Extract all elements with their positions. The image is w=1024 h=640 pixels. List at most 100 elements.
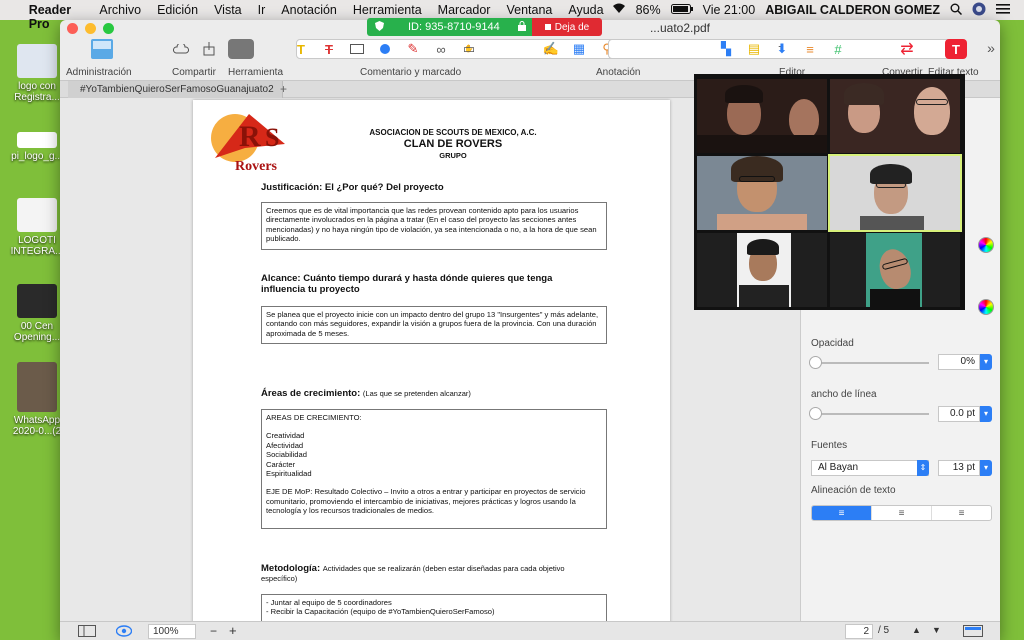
areas-eje: EJE DE MoP: Resultado Colectivo – Invito… (266, 487, 586, 516)
convert-icon[interactable]: ⇄ (896, 39, 918, 59)
slider-knob[interactable] (809, 356, 822, 369)
share-icon[interactable] (198, 39, 220, 59)
desktop-icon-1[interactable]: logo con Registra... (6, 44, 68, 103)
metodologia-item: - Recibir la Capacitación (equipo de #Yo… (266, 607, 495, 617)
menu-edicion[interactable]: Edición (149, 3, 206, 17)
battery-percent: 86% (635, 3, 661, 17)
user-name[interactable]: ABIGAIL CALDERON GOMEZ (765, 3, 940, 17)
sidebar-icon[interactable] (89, 39, 115, 59)
desktop-icon-4[interactable]: 00 Cen Opening... (6, 284, 68, 343)
zoom-stop-share-button[interactable]: Deja de (532, 18, 602, 36)
toolbar-group-comment: T T ✎ ∞ ▭ Comentario y marcado (290, 36, 530, 80)
battery-icon[interactable] (670, 3, 693, 17)
slider-knob[interactable] (809, 407, 822, 420)
pen-icon[interactable]: ✎ (402, 39, 424, 59)
section-areas-body: AREAS DE CRECIMIENTO: Creatividad Afecti… (261, 409, 607, 529)
video-participant-6[interactable] (830, 233, 960, 307)
split-icon[interactable]: ≡ (799, 39, 821, 59)
clan-name: CLAN DE ROVERS (403, 138, 503, 150)
link-icon[interactable]: ∞ (430, 39, 452, 59)
video-participant-3[interactable] (697, 156, 827, 230)
desktop-icon-3[interactable]: LOGOTI INTEGRA... (6, 198, 68, 257)
align-right-icon[interactable]: ≡ (931, 506, 991, 520)
strikethrough-icon[interactable]: T (318, 39, 340, 59)
select-tool-icon[interactable] (228, 39, 254, 59)
eye-icon[interactable] (115, 625, 133, 640)
sidebar-toggle-icon[interactable] (78, 625, 96, 640)
notification-center-icon[interactable] (996, 3, 1010, 17)
area-item: Carácter (266, 459, 296, 469)
org-name: ASOCIACION DE SCOUTS DE MEXICO, A.C. (369, 128, 537, 137)
document-icon[interactable]: ▤ (743, 39, 765, 59)
add-tab-button[interactable]: + (280, 81, 287, 97)
video-participant-4-active[interactable] (828, 154, 962, 232)
tab-document[interactable]: #YoTambienQuieroSerFamosoGuanajuato2 (68, 81, 283, 98)
line-width-value[interactable]: 0.0 pt (938, 406, 980, 422)
menu-archivo[interactable]: Archivo (91, 3, 149, 17)
watermark-icon[interactable]: # (827, 39, 849, 59)
metodologia-title-text: Metodología: (261, 563, 321, 574)
toolbar-group-tool: ✋ Herramienta (228, 36, 642, 80)
siri-icon[interactable] (972, 2, 986, 19)
desktop-icon-2[interactable]: pi_logo_g... (6, 132, 68, 162)
color-picker-icon[interactable] (978, 237, 994, 253)
zoom-meeting-id[interactable]: ID: 935-8710-9144 (367, 18, 532, 36)
chevron-right-icon[interactable]: » (980, 38, 1000, 58)
wifi-icon[interactable] (612, 3, 626, 17)
zoom-select[interactable]: 100% (148, 624, 196, 639)
opacity-value[interactable]: 0% (938, 354, 980, 370)
area-item: Sociabilidad (266, 450, 307, 460)
note-icon[interactable]: ▭ (458, 39, 480, 59)
video-participant-5[interactable] (697, 233, 827, 307)
align-left-icon[interactable]: ≡ (812, 506, 871, 520)
admin-label: Administración (66, 67, 132, 78)
view-mode-icon[interactable] (963, 625, 983, 640)
video-participant-1[interactable] (697, 79, 827, 153)
text-align-control: ≡ ≡ ≡ (811, 505, 992, 521)
video-participant-2[interactable] (830, 79, 960, 153)
zoom-out-button[interactable]: − (210, 624, 217, 638)
align-center-icon[interactable]: ≡ (871, 506, 931, 520)
signature-icon[interactable]: ✍ (540, 39, 562, 59)
cloud-icon[interactable] (170, 39, 192, 59)
svg-text:R: R (239, 120, 261, 153)
menu-ventana[interactable]: Ventana (498, 3, 560, 17)
share-label: Compartir (172, 67, 216, 78)
menu-marcador[interactable]: Marcador (430, 3, 499, 17)
edit-text-icon[interactable]: T (945, 39, 967, 59)
rectangle-icon[interactable] (346, 39, 368, 59)
lock-icon (518, 20, 526, 34)
font-family-chevron-icon[interactable]: ⇕ (917, 460, 929, 476)
menu-anotacion[interactable]: Anotación (273, 3, 345, 17)
menu-ayuda[interactable]: Ayuda (560, 3, 611, 17)
document-area[interactable]: R S Rovers ASOCIACION DE SCOUTS DE MEXIC… (60, 98, 800, 621)
prev-page-icon[interactable]: ▲ (912, 625, 921, 635)
page-number-input[interactable]: 2 (845, 624, 873, 639)
font-family-select[interactable]: Al Bayan (811, 460, 929, 476)
zoom-in-button[interactable]: + (229, 623, 237, 638)
section-metodologia-title: Metodología: Actividades que se realizar… (261, 564, 591, 584)
fonts-label: Fuentes (811, 440, 848, 451)
menu-herramienta[interactable]: Herramienta (345, 3, 430, 17)
font-size-stepper[interactable]: ▾ (980, 460, 992, 476)
grid-icon[interactable]: ▚ (715, 39, 737, 59)
font-size-value[interactable]: 13 pt (938, 460, 980, 476)
next-page-icon[interactable]: ▼ (932, 625, 941, 635)
line-width-slider[interactable] (809, 407, 929, 420)
menu-vista[interactable]: Vista (206, 3, 250, 17)
table-icon[interactable]: ▦ (568, 39, 590, 59)
opacity-slider[interactable] (809, 356, 929, 369)
desktop-icon-5[interactable]: WhatsApp 2020-0...(2 (6, 362, 68, 437)
clock[interactable]: Vie 21:00 (703, 3, 756, 17)
menu-ir[interactable]: Ir (250, 3, 274, 17)
desktop-label: 00 Cen Opening... (13, 321, 61, 343)
compress-icon[interactable]: ⬇ (771, 39, 793, 59)
line-width-label: ancho de línea (811, 389, 877, 400)
circle-icon[interactable] (374, 39, 396, 59)
line-width-stepper[interactable]: ▾ (980, 406, 992, 422)
opacity-stepper[interactable]: ▾ (980, 354, 992, 370)
search-icon[interactable] (950, 3, 963, 18)
highlight-icon[interactable]: T (290, 39, 312, 59)
desktop-label: WhatsApp 2020-0...(2 (12, 415, 62, 437)
color-picker-icon[interactable] (978, 299, 994, 315)
